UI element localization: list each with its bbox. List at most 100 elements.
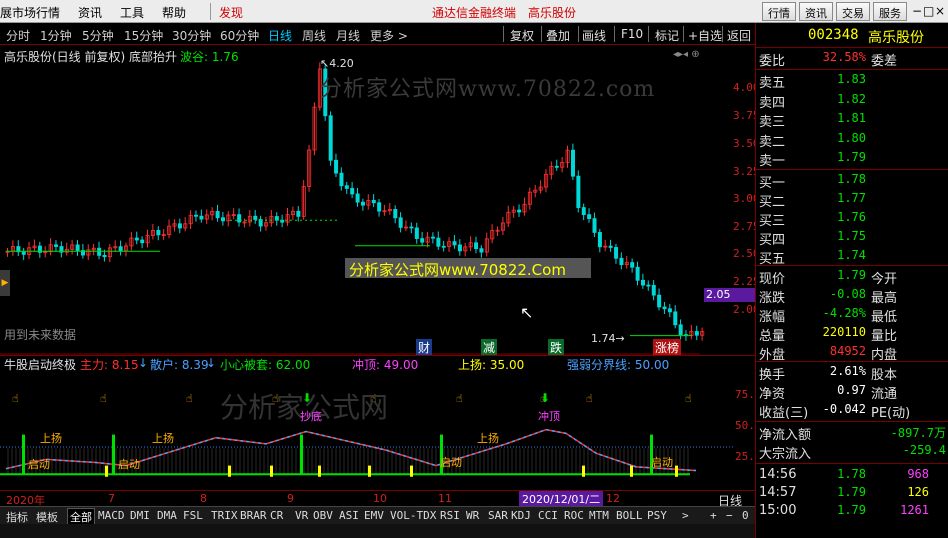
candle-body (694, 331, 699, 336)
menu-discover[interactable]: 发现 (219, 4, 243, 21)
quote-panel: 002348 高乐股份 委比 32.58% 委差 卖五 1.83 卖四 1.82 卖三 1… (755, 23, 948, 538)
back-button[interactable]: 返回 (727, 27, 751, 44)
yellow-bar (318, 465, 321, 477)
period-15min[interactable]: 15分钟 (124, 27, 163, 44)
tab-3[interactable]: MACD (98, 509, 125, 522)
tab-10[interactable]: VR (295, 509, 308, 522)
tab-23[interactable]: PSY (647, 509, 667, 522)
draw-button[interactable]: 画线 (582, 27, 606, 44)
menu-help[interactable]: 帮助 (162, 4, 186, 21)
tab-9[interactable]: CR (270, 509, 283, 522)
candle-body (587, 214, 592, 220)
bid-price: 1.74 (837, 248, 866, 262)
candle-body (608, 245, 613, 248)
period-daily[interactable]: 日线 (268, 27, 292, 44)
tab-13[interactable]: EMV (364, 509, 384, 522)
tab-control-3[interactable]: 0 (742, 509, 749, 522)
limit-up-marker[interactable]: 涨榜 (653, 339, 682, 356)
tab-11[interactable]: OBV (313, 509, 333, 522)
candle-body (457, 244, 462, 252)
finance-marker[interactable]: 财 (416, 339, 433, 356)
signal-label: 启动 (28, 458, 50, 471)
tab-15[interactable]: RSI (440, 509, 460, 522)
close-icon[interactable]: × (935, 4, 945, 18)
period-60min[interactable]: 60分钟 (220, 27, 259, 44)
tab-5[interactable]: DMA (157, 509, 177, 522)
overlay-button[interactable]: 叠加 (546, 27, 570, 44)
valley-indicator: 波谷: 1.76 (180, 50, 239, 64)
candle-body (253, 215, 258, 220)
tab-20[interactable]: ROC (564, 509, 584, 522)
f10-button[interactable]: F10 (621, 27, 643, 41)
chart-title: 高乐股份(日线 前复权) 底部抬升 (4, 50, 177, 64)
scroll-arrows-icon[interactable]: ◂▸◂ ⊕ (673, 49, 700, 60)
weibi-value: 32.58% (822, 50, 866, 64)
ask-row: 卖二 1.80 (756, 130, 948, 150)
tab-control-2[interactable]: − (726, 509, 733, 522)
tab-22[interactable]: BOLL (616, 509, 643, 522)
indicator-tabs: 指标 模板 全部 MACD DMI DMA FSL TRIX BRAR CR VR OBV ASI EMV… (0, 506, 755, 526)
adjust-button[interactable]: 复权 (510, 27, 534, 44)
reduce-marker[interactable]: 减 (481, 339, 498, 356)
date-label: 12 (606, 492, 620, 505)
toolbar-divider (541, 26, 542, 42)
indicator-panel[interactable]: ☝ ☝ ☝ ☝ ☝ ☝ ☝ ☝ ☝ ⬇ ⬇ 牛股启动终极 主力: 8.15 ↓ 散户: 8.39 ↓… (0, 355, 768, 490)
mark-button[interactable]: 标记 (655, 27, 679, 44)
bid-price: 1.75 (837, 229, 866, 243)
tab-8[interactable]: BRAR (240, 509, 267, 522)
menu-news[interactable]: 资讯 (78, 4, 102, 21)
period-1min[interactable]: 1分钟 (40, 27, 72, 44)
period-5min[interactable]: 5分钟 (82, 27, 114, 44)
panel-expand-handle[interactable]: ▶ (0, 270, 10, 296)
tab-21[interactable]: MTM (589, 509, 609, 522)
candle-body (592, 218, 597, 233)
flow-value: -259.4 (902, 443, 946, 457)
info-button[interactable]: 资讯 (799, 2, 833, 21)
add-watchlist-button[interactable]: +自选 (688, 27, 722, 44)
tab-7[interactable]: TRIX (211, 509, 238, 522)
tab-17[interactable]: SAR (488, 509, 508, 522)
bid-label: 买五 (759, 252, 786, 267)
menu-bar: 展市场行情 资讯 工具 帮助 发现 通达信金融终端 高乐股份 行情 资讯 交易 … (0, 0, 948, 23)
quote-button[interactable]: 行情 (762, 2, 796, 21)
watermark: 分析家公式网www.70822.com (320, 77, 656, 102)
stat-label: 量比 (871, 329, 898, 344)
candle-body (102, 255, 107, 258)
period-monthly[interactable]: 月线 (336, 27, 360, 44)
tab-6[interactable]: FSL (183, 509, 203, 522)
tab-12[interactable]: ASI (339, 509, 359, 522)
period-more[interactable]: 更多 > (370, 27, 408, 44)
tab-control-0[interactable]: > (682, 509, 689, 522)
candle-body (344, 185, 349, 189)
maximize-icon[interactable]: □ (923, 4, 934, 18)
menu-market[interactable]: 展市场行情 (0, 4, 60, 21)
tab-14[interactable]: VOL-TDX (390, 509, 436, 522)
divide-line-value: 强弱分界线: 50.00 (567, 358, 670, 372)
ask-price: 1.79 (837, 150, 866, 164)
down-arrow-icon: ⬇ (540, 391, 550, 405)
candle-body (436, 237, 441, 247)
candle-body (339, 172, 344, 187)
hand-icon: ☝ (586, 392, 593, 405)
minimize-icon[interactable]: − (912, 4, 922, 18)
tab-1[interactable]: 模板 (36, 509, 58, 525)
service-button[interactable]: 服务 (873, 2, 907, 21)
top-value: 冲顶: 49.00 (352, 358, 419, 372)
tab-4[interactable]: DMI (130, 509, 150, 522)
caution-value: 小心被套: 62.00 (220, 358, 311, 372)
tab-0[interactable]: 指标 (6, 509, 28, 525)
tab-16[interactable]: WR (466, 509, 479, 522)
fall-marker[interactable]: 跌 (548, 339, 565, 356)
stat-label: 涨跌 (759, 291, 786, 306)
tab-18[interactable]: KDJ (511, 509, 531, 522)
period-minute-chart[interactable]: 分时 (6, 27, 30, 44)
menu-tools[interactable]: 工具 (120, 4, 144, 21)
period-30min[interactable]: 30分钟 (172, 27, 211, 44)
tab-control-1[interactable]: + (710, 509, 717, 522)
trade-button[interactable]: 交易 (836, 2, 870, 21)
price-chart[interactable]: 高乐股份(日线 前复权) 底部抬升 波谷: 1.76 ◂▸◂ ⊕ 4.00 3.… (0, 45, 760, 356)
signal-label: 冲顶 (538, 410, 560, 423)
tab-19[interactable]: CCI (538, 509, 558, 522)
period-weekly[interactable]: 周线 (302, 27, 326, 44)
weicha-label: 委差 (871, 54, 898, 69)
